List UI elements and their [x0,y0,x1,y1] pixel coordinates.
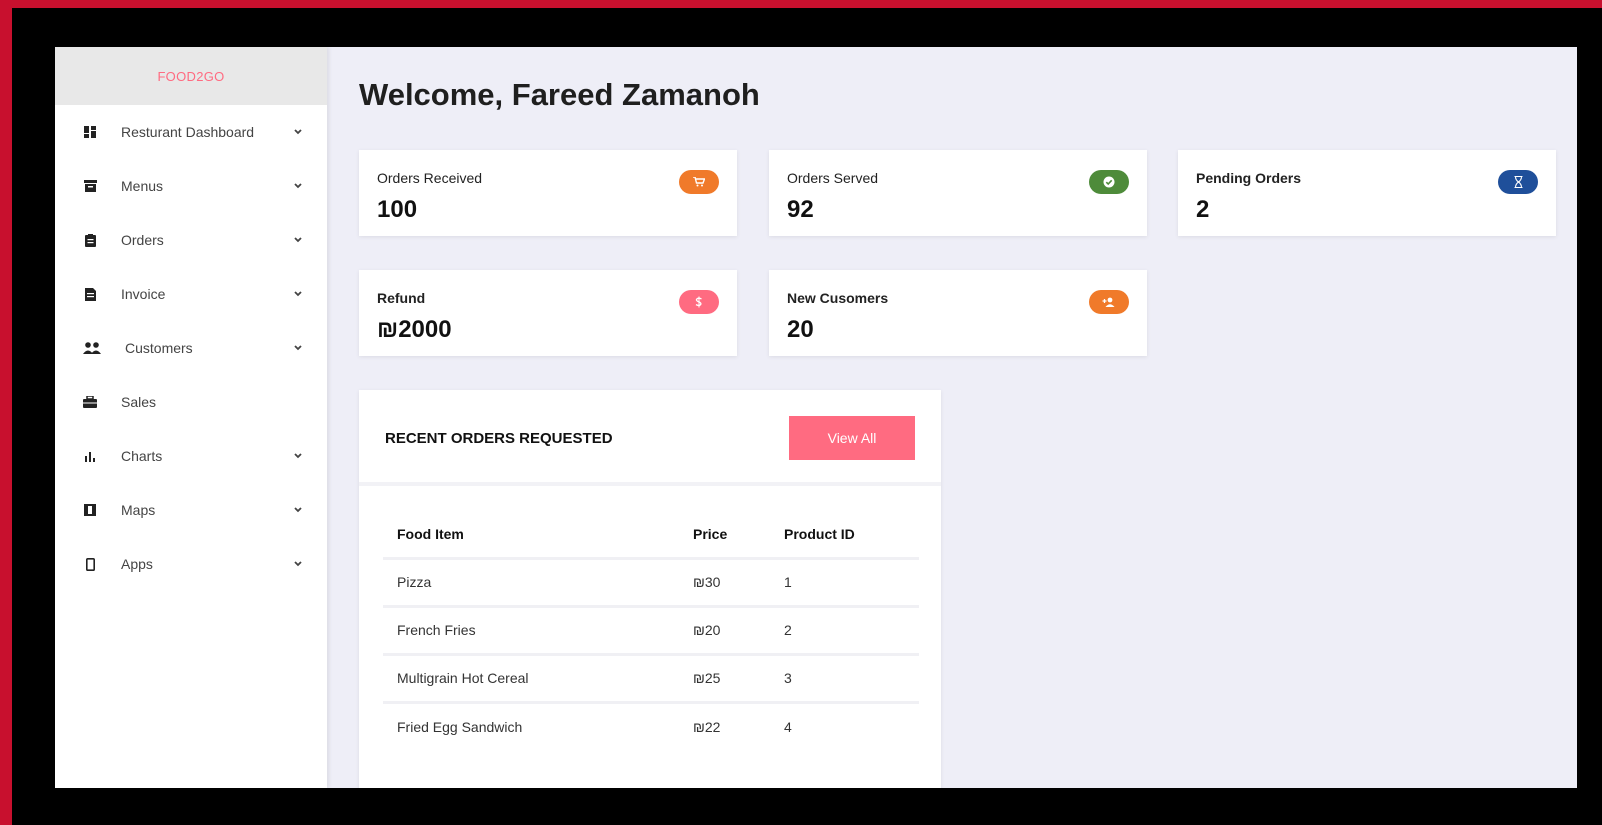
brand-logo[interactable]: FOOD2GO [55,47,327,105]
chevron-down-icon [294,291,302,297]
clipboard-icon [83,233,97,247]
sidebar-item-charts[interactable]: Charts [55,429,327,483]
cell-food-item: Multigrain Hot Cereal [383,654,679,704]
stat-label: Pending Orders [1196,170,1302,186]
cell-product-id: 2 [770,606,919,656]
sidebar-item-label: Maps [121,502,156,518]
table-row[interactable]: Fried Egg Sandwich ₪22 4 [383,702,919,750]
stat-card-new-customers[interactable]: New Cusomers 20 [769,270,1147,356]
cell-price: ₪25 [679,654,770,704]
page-title: Welcome, Fareed Zamanoh [359,77,760,112]
sidebar-item-label: Invoice [121,286,166,302]
bar-chart-icon [83,449,97,463]
cell-price: ₪20 [679,606,770,656]
sidebar-item-label: Charts [121,448,163,464]
sidebar-item-dashboard[interactable]: Resturant Dashboard [55,105,327,159]
column-header-product-id[interactable]: Product ID [770,512,919,560]
stat-label: Refund [377,290,426,306]
sidebar-item-menus[interactable]: Menus [55,159,327,213]
chevron-down-icon [294,345,302,351]
table-row[interactable]: Pizza ₪30 1 [383,558,919,608]
map-icon [83,503,97,517]
stat-value: 20 [787,316,814,343]
sidebar-item-label: Customers [125,340,193,356]
dashboard-icon [83,125,97,139]
sidebar: FOOD2GO Resturant Dashboard Menus Orders [55,47,327,788]
stat-card-pending-orders[interactable]: Pending Orders 2 [1178,150,1556,236]
stat-card-orders-served[interactable]: Orders Served 92 [769,150,1147,236]
dollar-icon [679,290,719,314]
cart-icon [679,170,719,194]
chevron-down-icon [294,129,302,135]
hourglass-icon [1498,170,1538,194]
table-header-row: Food Item Price Product ID [383,512,919,560]
cell-food-item: Pizza [383,558,679,608]
recent-orders-table: Food Item Price Product ID Pizza ₪30 1 F… [383,512,919,750]
recent-orders-header: RECENT ORDERS REQUESTED View All [359,390,941,486]
recent-orders-panel: RECENT ORDERS REQUESTED View All Food It… [359,390,941,788]
chevron-down-icon [294,507,302,513]
cell-product-id: 3 [770,654,919,704]
cell-price: ₪22 [693,718,721,735]
cell-price: ₪30 [679,558,770,608]
sidebar-item-label: Sales [121,394,157,410]
stat-card-refund[interactable]: Refund ₪2000 [359,270,737,356]
sidebar-item-customers[interactable]: Customers [55,321,327,375]
sidebar-item-apps[interactable]: Apps [55,537,327,591]
column-header-food-item[interactable]: Food Item [383,512,679,560]
sidebar-item-orders[interactable]: Orders [55,213,327,267]
cell-product-id: 4 [784,718,792,735]
stat-value: 2 [1196,196,1210,223]
main-content: Welcome, Fareed Zamanoh Orders Received … [327,47,1577,788]
stat-value: 100 [377,196,418,223]
column-header-price[interactable]: Price [679,512,770,560]
view-all-button[interactable]: View All [789,416,915,460]
sidebar-item-label: Apps [121,556,153,572]
stat-value: 92 [787,196,814,223]
chevron-down-icon [294,453,302,459]
table-row[interactable]: Multigrain Hot Cereal ₪25 3 [383,654,919,704]
cell-product-id: 1 [770,558,919,608]
sidebar-item-invoice[interactable]: Invoice [55,267,327,321]
invoice-icon [83,287,97,301]
chevron-down-icon [294,183,302,189]
recent-orders-title: RECENT ORDERS REQUESTED [385,430,613,447]
add-user-icon [1089,290,1129,314]
cell-food-item: Fried Egg Sandwich [397,718,523,735]
table-row[interactable]: French Fries ₪20 2 [383,606,919,656]
stat-card-orders-received[interactable]: Orders Received 100 [359,150,737,236]
cell-food-item: French Fries [383,606,679,656]
stat-label: Orders Served [787,170,879,186]
sidebar-item-sales[interactable]: Sales [55,375,327,429]
app-window: FOOD2GO Resturant Dashboard Menus Orders [55,47,1577,788]
chevron-down-icon [294,237,302,243]
stat-label: Orders Received [377,170,483,186]
chevron-down-icon [294,561,302,567]
sidebar-item-label: Resturant Dashboard [121,124,255,140]
sidebar-item-maps[interactable]: Maps [55,483,327,537]
stat-label: New Cusomers [787,290,889,306]
sidebar-item-label: Orders [121,232,164,248]
users-icon [83,341,101,355]
briefcase-icon [83,395,97,409]
sidebar-item-label: Menus [121,178,164,194]
mobile-icon [83,557,97,571]
stat-value: ₪2000 [377,316,452,343]
check-icon [1089,170,1129,194]
archive-icon [83,179,97,193]
